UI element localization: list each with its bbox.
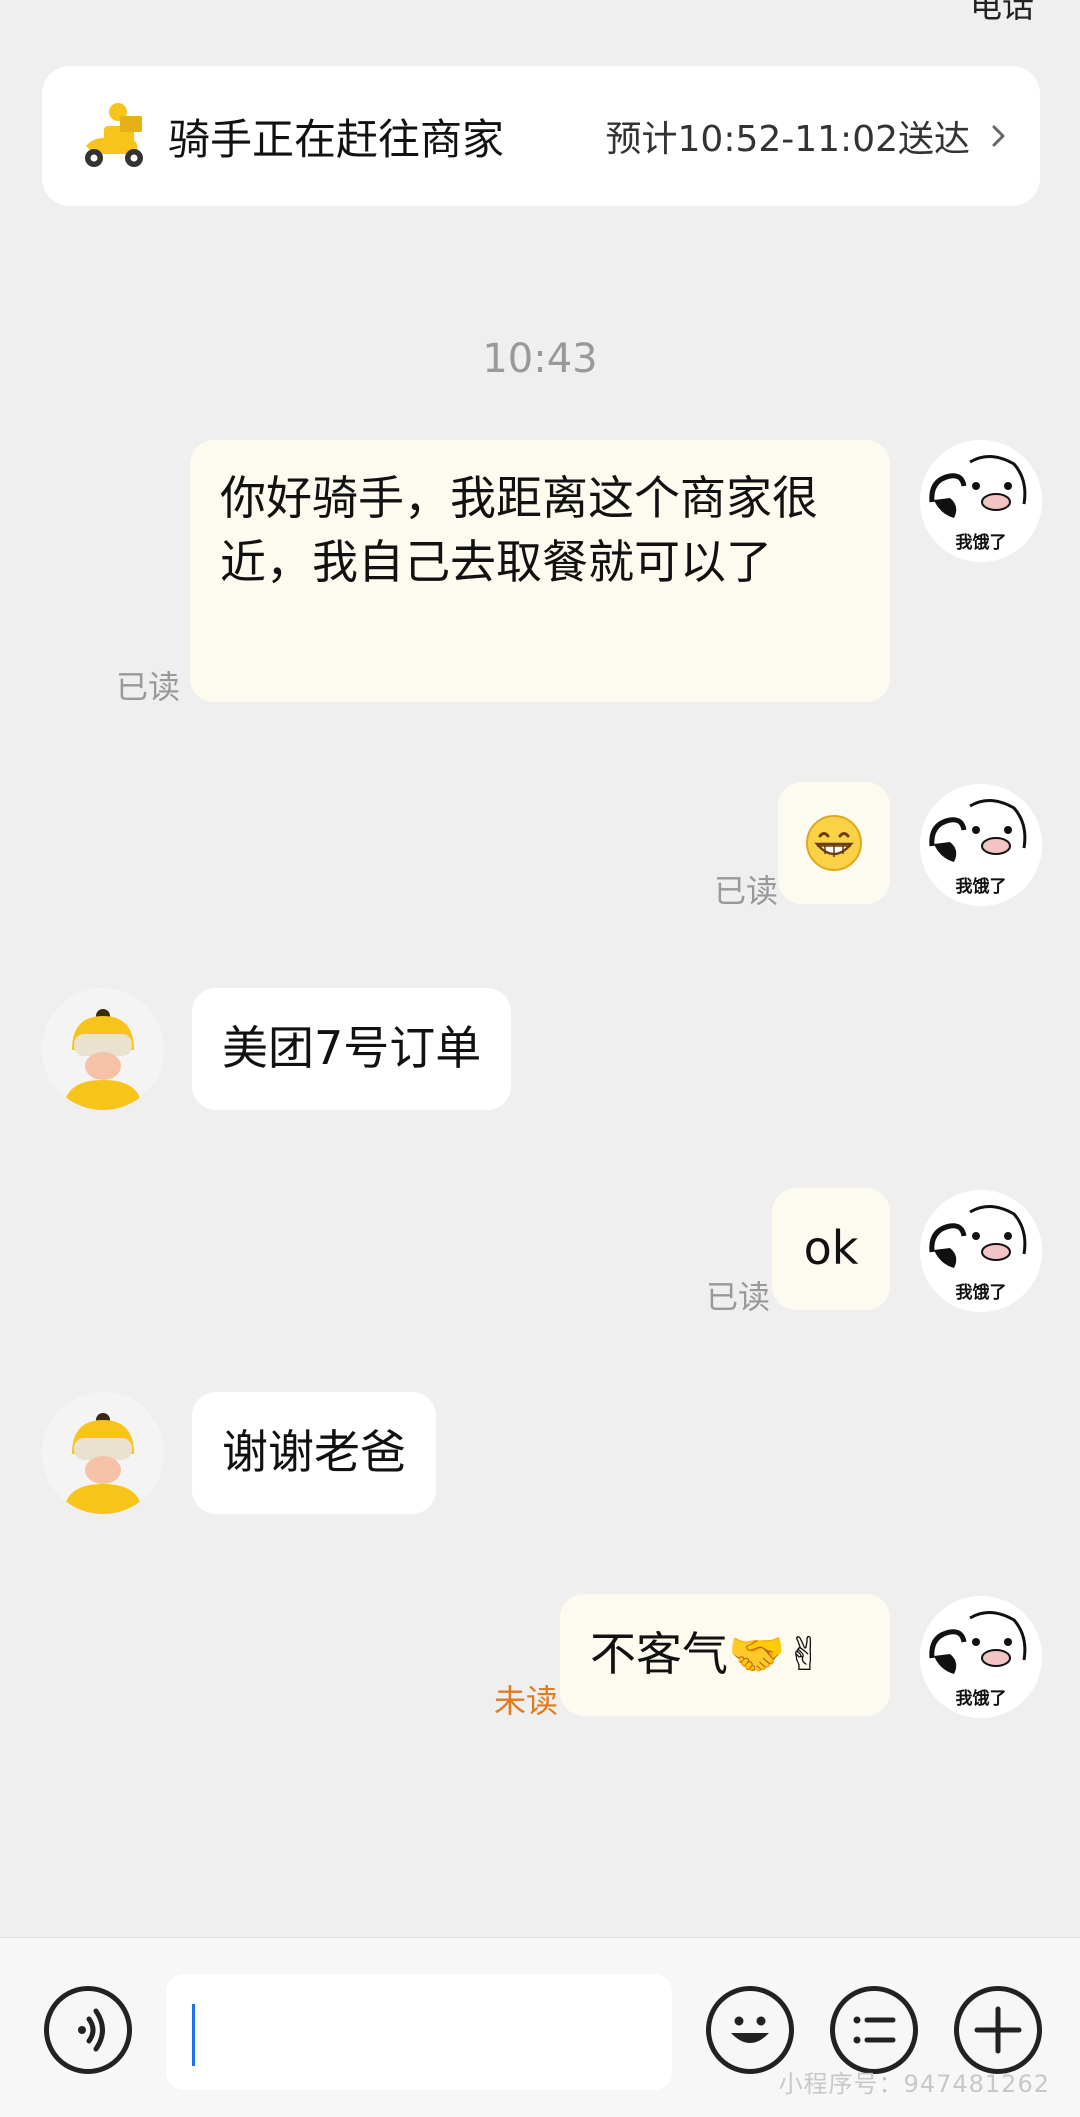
more-button[interactable]	[954, 1986, 1042, 2074]
message-bubble[interactable]	[778, 782, 890, 904]
input-bar: 小程序号：947481262	[0, 1937, 1080, 2117]
voice-icon	[78, 2008, 105, 2052]
phone-link[interactable]: 电话	[970, 0, 1034, 22]
message-bubble[interactable]: 美团7号订单	[192, 988, 512, 1110]
status-title: 骑手正在赶往商家	[168, 114, 505, 164]
user-avatar[interactable]: 我饿了	[920, 440, 1042, 562]
avatar-caption: 我饿了	[955, 533, 1007, 553]
avatar-caption: 我饿了	[955, 877, 1007, 897]
read-status: 已读	[705, 1278, 770, 1316]
message-row: ok 已读 我饿了	[0, 1188, 1080, 1316]
delivery-status-card[interactable]: 骑手正在赶往商家 预计10:52-11:02送达	[42, 66, 1040, 206]
list-icon	[853, 2016, 896, 2044]
grinning-face-icon	[806, 815, 862, 871]
rider-avatar[interactable]	[42, 988, 164, 1110]
text-caret	[192, 2004, 195, 2066]
message-row: 你好骑手，我距离这个商家很近，我自己去取餐就可以了 已读 我饿了	[0, 440, 1080, 710]
message-row: 不客气🤝✌ 未读 我饿了	[0, 1594, 1080, 1720]
watermark: 小程序号：947481262	[778, 2070, 1050, 2098]
emoji-button[interactable]	[706, 1986, 794, 2074]
user-avatar[interactable]: 我饿了	[920, 1190, 1042, 1312]
user-avatar[interactable]: 我饿了	[920, 784, 1042, 906]
avatar-caption: 我饿了	[955, 1689, 1007, 1709]
user-avatar[interactable]: 我饿了	[920, 1596, 1042, 1718]
message-bubble[interactable]: ok	[772, 1188, 890, 1310]
smiley-icon	[731, 2016, 769, 2043]
chat-screen: 电话 骑手正在赶往商家 预计10:52-11:02送达 10:43 你好骑手，我…	[0, 0, 1080, 2117]
rider-avatar[interactable]	[42, 1392, 164, 1514]
chevron-right-icon	[992, 125, 1005, 147]
scooter-icon	[85, 103, 143, 167]
message-row: 已读 我饿了	[0, 782, 1080, 910]
message-bubble[interactable]: 不客气🤝✌	[560, 1594, 890, 1716]
quick-reply-button[interactable]	[830, 1986, 918, 2074]
rider-helmet-icon	[42, 988, 164, 1110]
rider-helmet-icon	[42, 1392, 164, 1514]
chat-timestamp: 10:43	[482, 336, 598, 382]
read-status: 未读	[493, 1682, 558, 1720]
message-bubble[interactable]: 你好骑手，我距离这个商家很近，我自己去取餐就可以了	[190, 440, 890, 702]
message-bubble[interactable]: 谢谢老爸	[192, 1392, 436, 1514]
message-row: 谢谢老爸	[0, 1392, 1080, 1516]
plus-icon	[974, 2006, 1022, 2054]
avatar-caption: 我饿了	[955, 1283, 1007, 1303]
read-status: 已读	[115, 668, 180, 706]
voice-button[interactable]	[44, 1986, 132, 2074]
eta-text: 预计10:52-11:02送达	[605, 119, 970, 160]
read-status: 已读	[713, 872, 778, 910]
message-row: 美团7号订单	[0, 988, 1080, 1112]
message-input[interactable]	[166, 1974, 672, 2090]
